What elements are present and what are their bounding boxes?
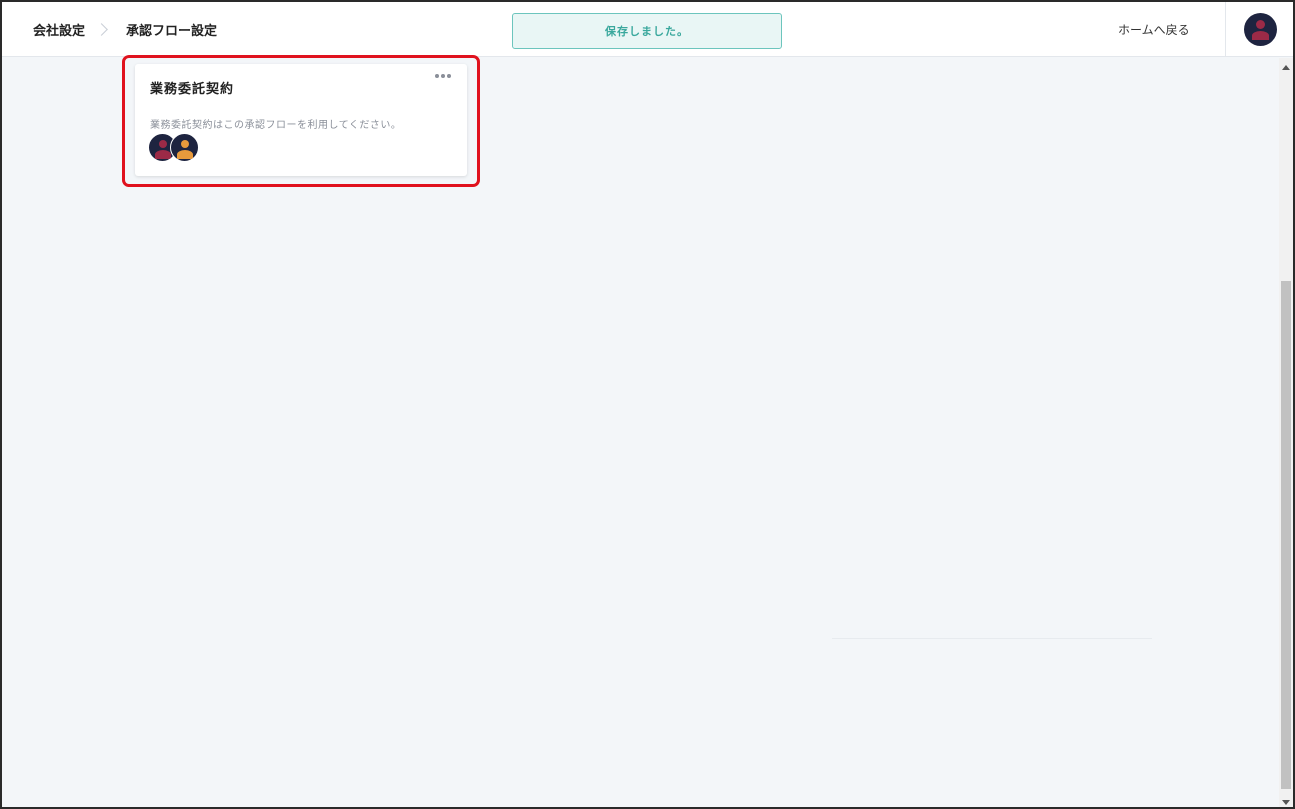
breadcrumb-company-settings[interactable]: 会社設定	[33, 20, 85, 39]
more-horizontal-icon[interactable]	[435, 74, 451, 78]
approval-flow-card[interactable]: 業務委託契約 業務委託契約はこの承認フローを利用してください。	[135, 64, 467, 176]
approver-avatars	[148, 133, 208, 163]
card-title: 業務委託契約	[150, 82, 235, 97]
home-link[interactable]: ホームへ戻る	[1118, 21, 1190, 38]
breadcrumb: 会社設定 承認フロー設定	[33, 20, 217, 39]
approver-avatar-icon	[170, 133, 199, 162]
toast-message: 保存しました。	[605, 25, 689, 38]
divider	[832, 638, 1152, 639]
vertical-scrollbar[interactable]	[1279, 58, 1293, 807]
scroll-down-arrow-icon[interactable]	[1282, 800, 1290, 805]
chevron-right-icon	[95, 23, 108, 36]
card-description: 業務委託契約はこの承認フローを利用してください。	[150, 120, 402, 131]
header-divider	[1225, 2, 1226, 57]
header: 会社設定 承認フロー設定 保存しました。 ホームへ戻る	[2, 2, 1293, 57]
user-avatar-icon[interactable]	[1244, 13, 1277, 46]
scroll-up-arrow-icon[interactable]	[1282, 65, 1290, 70]
app-window: 会社設定 承認フロー設定 保存しました。 ホームへ戻る 業務委託契約 業務委託契…	[0, 0, 1295, 809]
save-toast: 保存しました。	[512, 13, 782, 49]
scrollbar-thumb[interactable]	[1281, 281, 1291, 789]
breadcrumb-approval-flow-settings: 承認フロー設定	[126, 24, 218, 39]
